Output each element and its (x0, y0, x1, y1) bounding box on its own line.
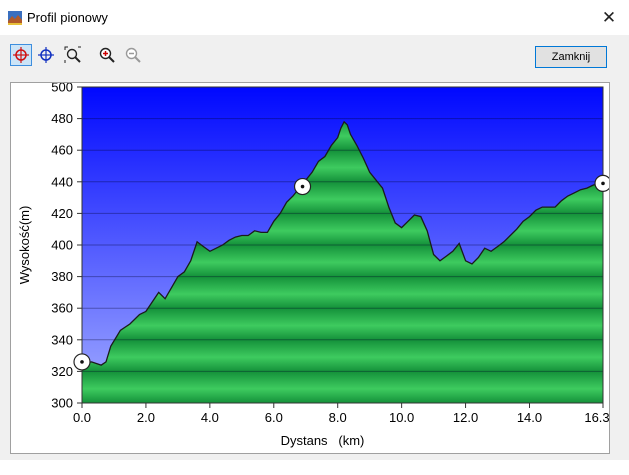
crosshair-blue-icon (38, 47, 54, 63)
app-icon (8, 11, 22, 25)
y-tick-label: 420 (51, 206, 73, 221)
y-axis-label: Wysokość(m) (17, 206, 32, 285)
y-tick-label: 440 (51, 174, 73, 189)
x-tick-label: 10.0 (389, 410, 414, 425)
zoom-out-button[interactable] (122, 44, 144, 66)
y-tick-label: 460 (51, 143, 73, 158)
x-tick-label: 16.3 (584, 410, 609, 425)
window-bottom-edge (0, 460, 629, 475)
y-tick-label: 380 (51, 269, 73, 284)
profile-window: Profil pionowy ✕ Zamknij 300 320 340 360… (0, 0, 629, 475)
waypoint-marker-dot (80, 360, 84, 364)
crosshair-red-icon (13, 47, 29, 63)
window-title: Profil pionowy (27, 10, 108, 25)
y-tick-label: 320 (51, 364, 73, 379)
x-tick-label: 12.0 (453, 410, 478, 425)
waypoint-marker-dot (300, 184, 305, 189)
x-tick-label: 14.0 (517, 410, 542, 425)
x-axis-label: Dystans (km) (281, 433, 365, 448)
y-tick-label: 400 (51, 238, 73, 253)
y-tick-label: 340 (51, 332, 73, 347)
zoom-in-icon (99, 47, 115, 63)
x-tick-label: 2.0 (137, 410, 155, 425)
close-icon: ✕ (601, 8, 617, 27)
elevation-chart[interactable]: 300 320 340 360 380 400 420 440 460 480 500 0.0 2.0 4… (11, 83, 609, 453)
y-tick-label: 360 (51, 301, 73, 316)
x-tick-label: 8.0 (329, 410, 347, 425)
close-button[interactable]: Zamknij (535, 46, 607, 68)
plot-area[interactable]: 300 320 340 360 380 400 420 440 460 480 500 0.0 2.0 4… (10, 82, 610, 454)
window-close-button[interactable]: ✕ (595, 6, 623, 30)
x-tick-label: 0.0 (73, 410, 91, 425)
x-tick-label: 4.0 (201, 410, 219, 425)
zoom-area-icon (64, 46, 81, 63)
waypoint-marker-dot (601, 181, 605, 186)
zoom-area-button[interactable] (62, 44, 84, 66)
title-bar[interactable]: Profil pionowy ✕ (0, 0, 629, 35)
crosshair-blue-button[interactable] (35, 44, 57, 66)
zoom-in-button[interactable] (96, 44, 118, 66)
x-tick-label: 6.0 (265, 410, 283, 425)
y-tick-label: 480 (51, 111, 73, 126)
crosshair-red-button[interactable] (10, 44, 32, 66)
y-tick-label: 500 (51, 83, 73, 95)
y-tick-label: 300 (51, 396, 73, 411)
zoom-out-icon (125, 47, 141, 63)
